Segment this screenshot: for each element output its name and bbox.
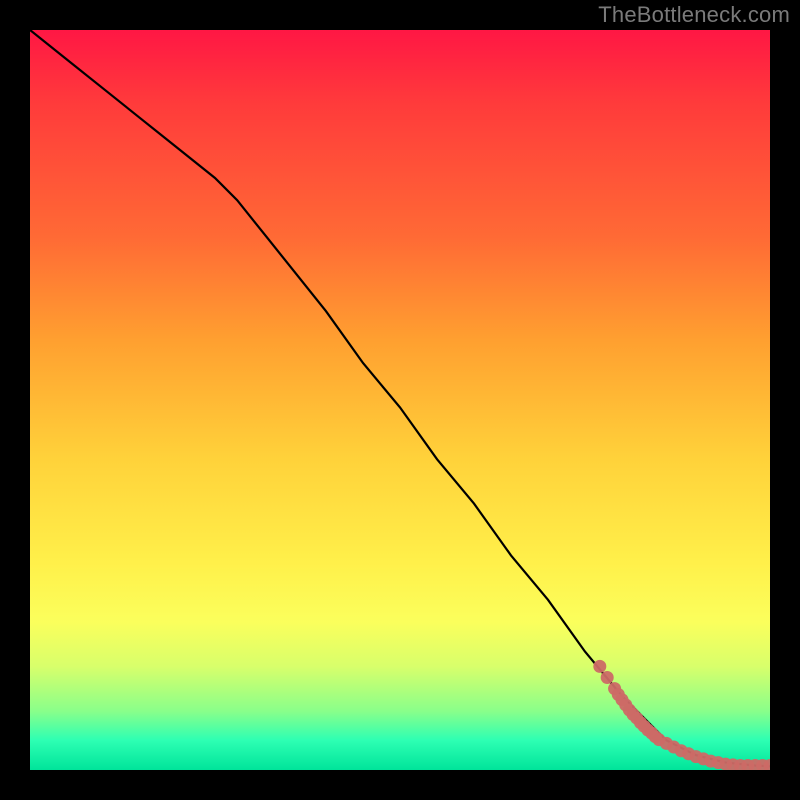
main-curve [30,30,770,766]
data-point [601,671,614,684]
chart-frame: TheBottleneck.com [0,0,800,800]
watermark-label: TheBottleneck.com [598,2,790,28]
data-points [593,660,770,770]
plot-area [30,30,770,770]
data-point [593,660,606,673]
chart-overlay [30,30,770,770]
